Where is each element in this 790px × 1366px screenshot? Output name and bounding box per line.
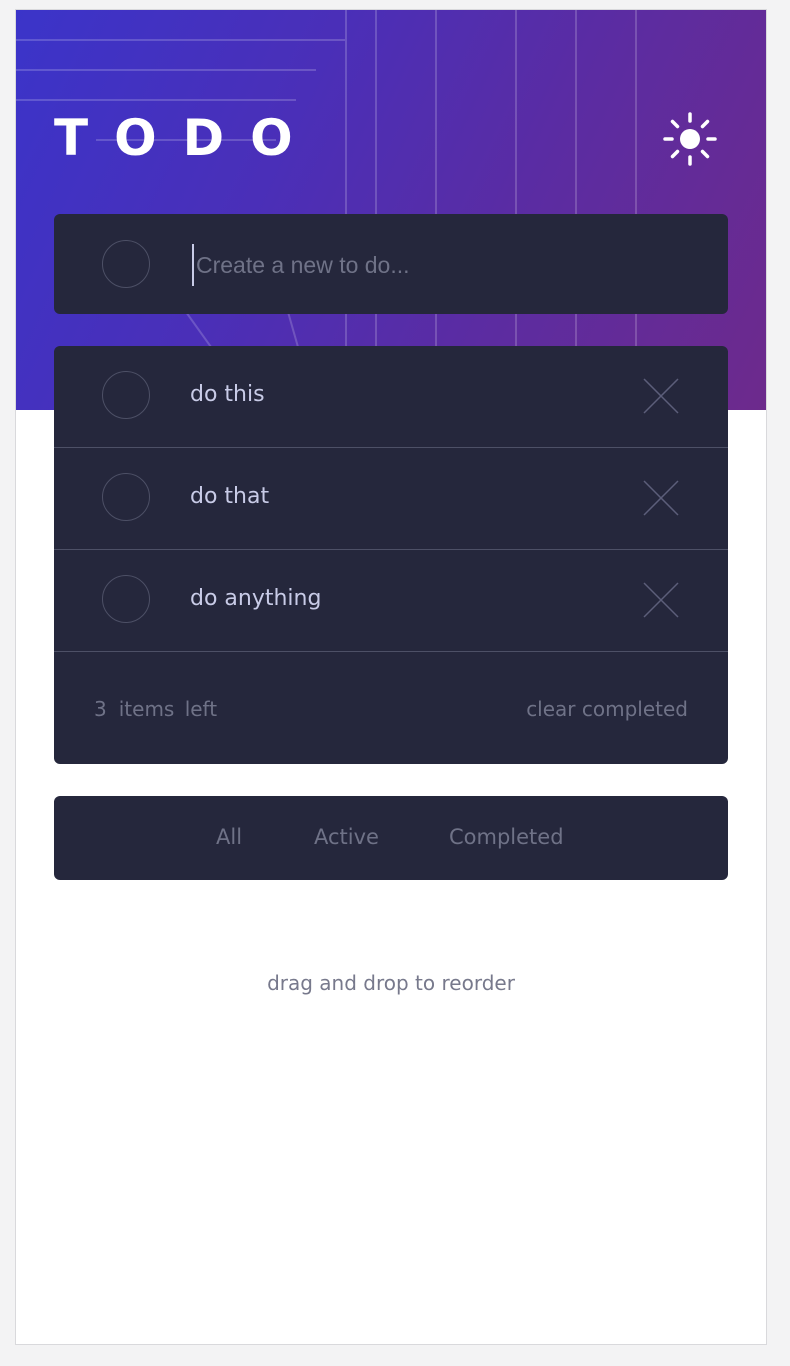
new-todo-card — [54, 214, 728, 314]
items-left-count: 3 — [94, 697, 107, 721]
todo-item[interactable]: do this — [54, 346, 728, 448]
delete-icon[interactable] — [643, 378, 679, 414]
todo-label: do this — [190, 382, 265, 407]
new-todo-input[interactable] — [192, 244, 698, 286]
items-left-counter: 3 items left — [94, 696, 229, 722]
list-footer: 3 items left clear completed — [54, 652, 728, 764]
todo-list: do this do that do anything 3 items left … — [54, 346, 728, 764]
todo-item[interactable]: do anything — [54, 550, 728, 652]
delete-icon[interactable] — [643, 582, 679, 618]
items-left-label: items left — [118, 697, 218, 721]
app-frame: TODO do this — [15, 9, 767, 1345]
reorder-hint: drag and drop to reorder — [267, 971, 515, 995]
clear-completed-button[interactable]: clear completed — [526, 696, 688, 722]
filter-bar: All Active Completed — [54, 796, 728, 880]
filter-all-button[interactable]: All — [216, 824, 242, 850]
filter-active-button[interactable]: Active — [314, 824, 379, 850]
todo-checkbox[interactable] — [102, 575, 150, 623]
todo-label: do that — [190, 484, 270, 509]
new-todo-checkbox[interactable] — [102, 240, 150, 288]
app-title: TODO — [54, 109, 319, 167]
todo-checkbox[interactable] — [102, 473, 150, 521]
filter-completed-button[interactable]: Completed — [449, 824, 564, 850]
theme-toggle-button[interactable] — [663, 112, 717, 166]
todo-item[interactable]: do that — [54, 448, 728, 550]
delete-icon[interactable] — [643, 480, 679, 516]
todo-label: do anything — [190, 586, 322, 611]
sun-icon — [663, 112, 717, 166]
todo-checkbox[interactable] — [102, 371, 150, 419]
